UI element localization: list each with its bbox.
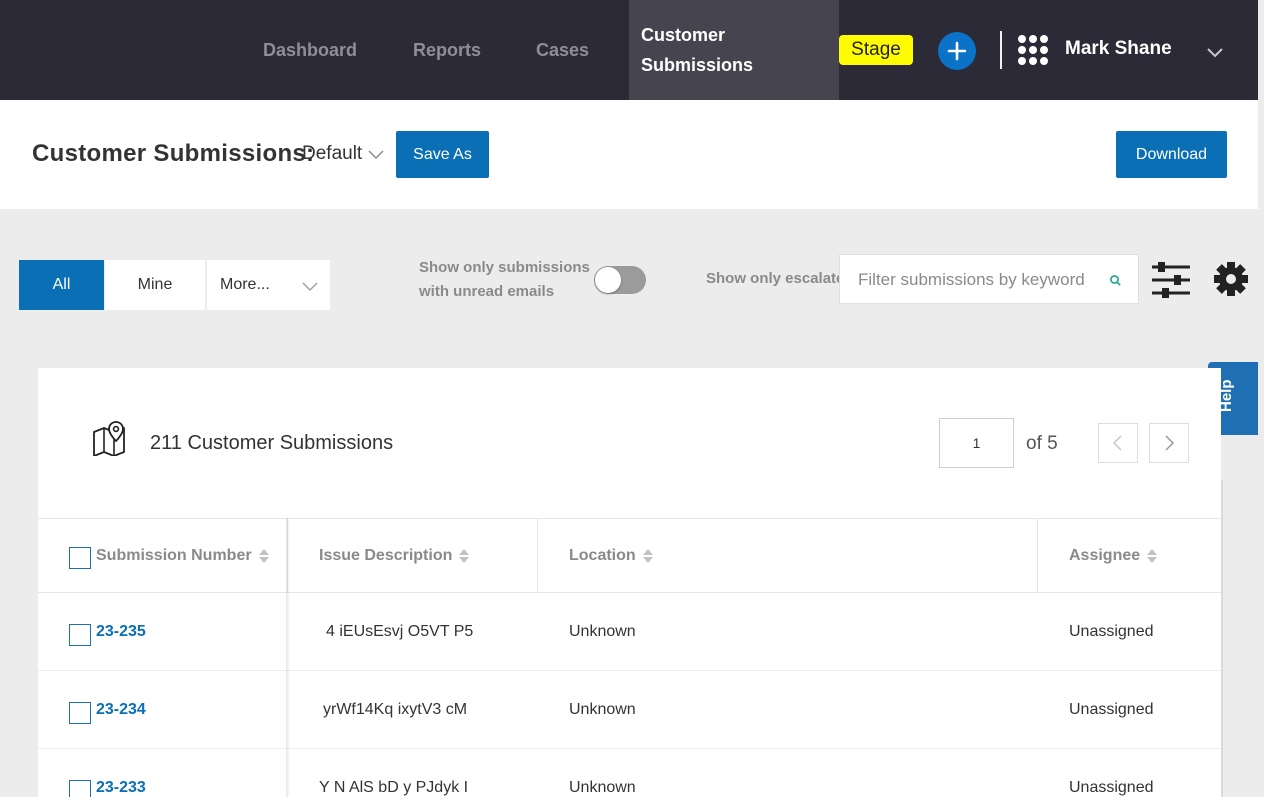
nav-customer-submissions-label: Customer Submissions bbox=[641, 25, 754, 75]
row-checkbox[interactable] bbox=[69, 702, 91, 724]
select-all-checkbox[interactable] bbox=[69, 547, 91, 569]
column-separator bbox=[537, 519, 538, 592]
chevron-down-icon bbox=[302, 282, 318, 292]
issue-description-cell: yrWf14Kq ixytV3 cM bbox=[323, 701, 468, 718]
row-checkbox[interactable] bbox=[69, 624, 91, 646]
submission-number-link[interactable]: 23-235 bbox=[96, 593, 146, 671]
chevron-down-icon bbox=[368, 150, 384, 160]
user-name[interactable]: Mark Shane bbox=[1065, 38, 1172, 60]
view-select[interactable]: Default bbox=[302, 143, 385, 165]
save-as-button[interactable]: Save As bbox=[396, 131, 489, 178]
search-input[interactable] bbox=[858, 267, 1098, 293]
issue-description-cell: 4 iEUsEsvj O5VT P5 bbox=[326, 623, 474, 640]
submission-number-link[interactable]: 23-234 bbox=[96, 671, 146, 749]
column-label: Location bbox=[569, 546, 636, 564]
map-pin-icon bbox=[93, 421, 125, 456]
column-label: Issue Description bbox=[319, 546, 453, 564]
chevron-down-icon[interactable] bbox=[1205, 42, 1225, 62]
sort-icon bbox=[1147, 548, 1158, 563]
chevron-right-icon bbox=[1165, 435, 1175, 451]
sort-icon bbox=[459, 548, 470, 563]
plus-icon bbox=[947, 41, 967, 61]
submissions-card: 211 Customer Submissions of 5 Submission… bbox=[38, 368, 1221, 797]
search-icon[interactable] bbox=[1109, 274, 1122, 287]
nav-customer-submissions[interactable]: Customer Submissions bbox=[629, 0, 839, 100]
stage-badge: Stage bbox=[839, 35, 913, 65]
segment-more-label: More... bbox=[220, 276, 270, 293]
segment-mine[interactable]: Mine bbox=[105, 260, 205, 310]
chevron-left-icon bbox=[1112, 435, 1122, 451]
sort-icon bbox=[642, 548, 653, 563]
unread-toggle-label-line2: with unread emails bbox=[419, 283, 555, 300]
column-location[interactable]: Location bbox=[569, 519, 654, 592]
view-select-value: Default bbox=[302, 143, 363, 164]
escalated-toggle-label: Show only escalated bbox=[706, 270, 840, 287]
unread-toggle-label-line1: Show only submissions bbox=[419, 259, 590, 276]
submissions-count-title: 211 Customer Submissions bbox=[150, 432, 394, 454]
download-button[interactable]: Download bbox=[1116, 131, 1227, 178]
toggle-knob bbox=[595, 267, 621, 293]
filter-sliders-icon[interactable] bbox=[1150, 261, 1192, 299]
table-header: Submission Number Issue Description Loca… bbox=[38, 518, 1221, 593]
column-issue-description[interactable]: Issue Description bbox=[319, 519, 470, 592]
column-submission-number[interactable]: Submission Number bbox=[96, 519, 270, 592]
page-title: Customer Submissions: bbox=[32, 140, 315, 167]
gear-icon[interactable] bbox=[1213, 261, 1249, 297]
page-number-input[interactable] bbox=[939, 418, 1014, 468]
unread-toggle[interactable] bbox=[594, 266, 646, 294]
assignee-cell: Unassigned bbox=[1069, 623, 1154, 640]
table-row[interactable]: 23-234 yrWf14Kq ixytV3 cM Unknown Unassi… bbox=[38, 671, 1221, 749]
sticky-column-shadow bbox=[286, 518, 290, 797]
assignee-cell: Unassigned bbox=[1069, 779, 1154, 796]
column-separator bbox=[1037, 519, 1038, 592]
sort-icon bbox=[258, 548, 269, 563]
segment-more-dropdown[interactable]: More... bbox=[207, 260, 330, 310]
page-total: of 5 bbox=[1026, 433, 1058, 454]
next-page-button[interactable] bbox=[1149, 423, 1189, 463]
row-checkbox[interactable] bbox=[69, 780, 91, 797]
table-row[interactable]: 23-233 Y N AlS bD y PJdyk I Unknown Unas… bbox=[38, 749, 1221, 797]
table-row[interactable]: 23-235 4 iEUsEsvj O5VT P5 Unknown Unassi… bbox=[38, 593, 1221, 671]
prev-page-button[interactable] bbox=[1098, 423, 1138, 463]
grid-icon[interactable] bbox=[1017, 34, 1049, 66]
assignee-cell: Unassigned bbox=[1069, 701, 1154, 718]
column-label: Assignee bbox=[1069, 546, 1141, 564]
nav-divider bbox=[1000, 31, 1002, 69]
unread-toggle-label: Show only submissions with unread emails bbox=[419, 256, 594, 304]
issue-description-cell: Y N AlS bD y PJdyk I bbox=[319, 779, 469, 796]
search-box bbox=[839, 254, 1139, 304]
column-assignee[interactable]: Assignee bbox=[1069, 519, 1158, 592]
location-cell: Unknown bbox=[569, 623, 636, 640]
segment-all[interactable]: All bbox=[19, 260, 104, 310]
nav-dashboard[interactable]: Dashboard bbox=[263, 0, 357, 100]
nav-cases[interactable]: Cases bbox=[536, 0, 589, 100]
nav-reports[interactable]: Reports bbox=[413, 0, 481, 100]
location-cell: Unknown bbox=[569, 701, 636, 718]
column-label: Submission Number bbox=[96, 546, 252, 564]
add-button[interactable] bbox=[938, 32, 976, 70]
location-cell: Unknown bbox=[569, 779, 636, 796]
submission-number-link[interactable]: 23-233 bbox=[96, 749, 146, 797]
